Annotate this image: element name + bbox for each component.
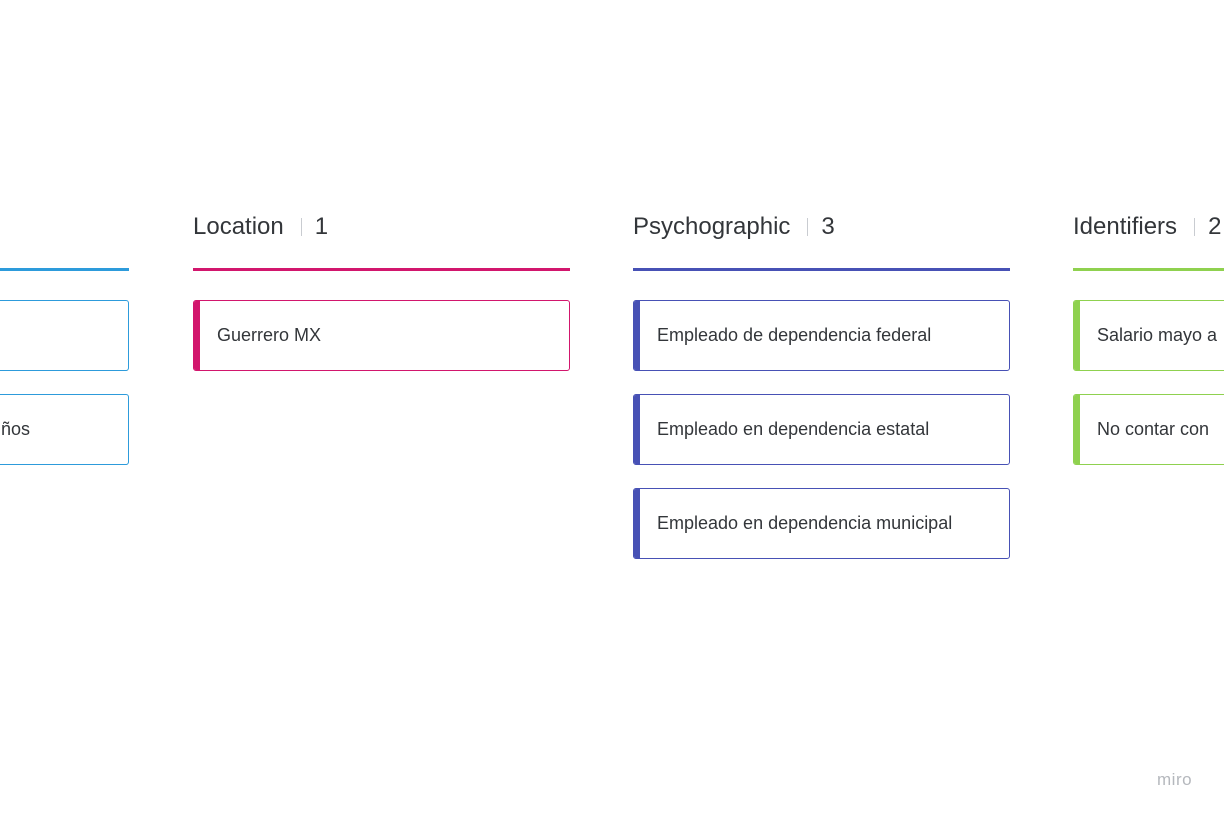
column-rule <box>193 268 570 271</box>
card-text: ños <box>1 419 31 439</box>
column-psychographic: Psychographic 3 Empleado de dependencia … <box>633 210 1010 559</box>
card-accent-bar <box>634 301 640 370</box>
column-header: Location 1 <box>193 210 570 244</box>
column-count: 1 <box>314 213 329 240</box>
card-accent-bar <box>1074 395 1080 464</box>
column-identifiers: Identifiers 2 Salario mayo a No contar c… <box>1073 210 1224 465</box>
header-divider <box>1194 218 1196 236</box>
card-text: Empleado en dependencia municipal <box>657 513 953 533</box>
column-title: Psychographic <box>633 213 791 240</box>
column-location: Location 1 Guerrero MX <box>193 210 570 371</box>
column-count: 2 <box>1208 213 1222 240</box>
column-rule <box>633 268 1010 271</box>
column-header <box>0 210 129 244</box>
sticky-card[interactable]: No contar con <box>1073 394 1224 465</box>
card-accent-bar <box>194 301 200 370</box>
miro-logo: miro <box>1157 770 1193 789</box>
board-canvas[interactable]: ños Location 1 Guerrero MX Psychographic… <box>0 0 1224 816</box>
sticky-card[interactable]: Guerrero MX <box>193 300 570 371</box>
column-title: Location <box>193 213 284 240</box>
column-header: Identifiers 2 <box>1073 210 1224 244</box>
header-divider <box>300 218 302 236</box>
sticky-card[interactable]: Empleado en dependencia municipal <box>633 488 1010 559</box>
sticky-card[interactable]: ños <box>0 394 129 465</box>
column-title: Identifiers <box>1073 213 1178 240</box>
sticky-card[interactable]: Salario mayo a <box>1073 300 1224 371</box>
card-text: No contar con <box>1097 419 1210 439</box>
card-accent-bar <box>1074 301 1080 370</box>
sticky-card[interactable]: Empleado de dependencia federal <box>633 300 1010 371</box>
sticky-card[interactable] <box>0 300 129 371</box>
column-count: 3 <box>821 213 835 240</box>
column-rule <box>1073 268 1224 271</box>
card-accent-bar <box>634 395 640 464</box>
card-text: Salario mayo a <box>1097 325 1218 345</box>
header-divider <box>807 218 809 236</box>
card-accent-bar <box>634 489 640 558</box>
card-text: Guerrero MX <box>217 325 322 345</box>
column-rule <box>0 268 129 271</box>
column-demographic: ños <box>0 210 129 465</box>
sticky-card[interactable]: Empleado en dependencia estatal <box>633 394 1010 465</box>
column-header: Psychographic 3 <box>633 210 1010 244</box>
card-text: Empleado en dependencia estatal <box>657 419 930 439</box>
card-text: Empleado de dependencia federal <box>657 325 932 345</box>
